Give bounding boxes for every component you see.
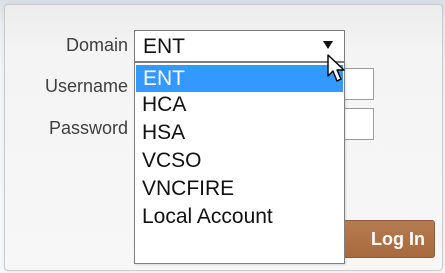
username-input[interactable] xyxy=(344,68,374,100)
login-button[interactable]: Log In xyxy=(345,220,435,258)
domain-option-vncfire[interactable]: VNCFIRE xyxy=(135,177,344,200)
domain-select[interactable]: ENT xyxy=(134,30,345,62)
domain-option-vcso[interactable]: VCSO xyxy=(135,149,344,172)
domain-option-hsa[interactable]: HSA xyxy=(135,121,344,144)
domain-selected-value: ENT xyxy=(143,35,185,58)
domain-option-hca[interactable]: HCA xyxy=(135,93,344,116)
username-label: Username xyxy=(44,76,128,96)
domain-label: Domain xyxy=(65,35,128,55)
domain-dropdown-list: ENT HCA HSA VCSO VNCFIRE Local Account xyxy=(134,62,345,264)
password-input[interactable] xyxy=(344,108,374,140)
domain-option-ent[interactable]: ENT xyxy=(136,65,343,92)
domain-option-local-account[interactable]: Local Account xyxy=(135,205,344,228)
dropdown-arrow-icon[interactable] xyxy=(323,41,333,49)
password-label: Password xyxy=(48,118,128,138)
